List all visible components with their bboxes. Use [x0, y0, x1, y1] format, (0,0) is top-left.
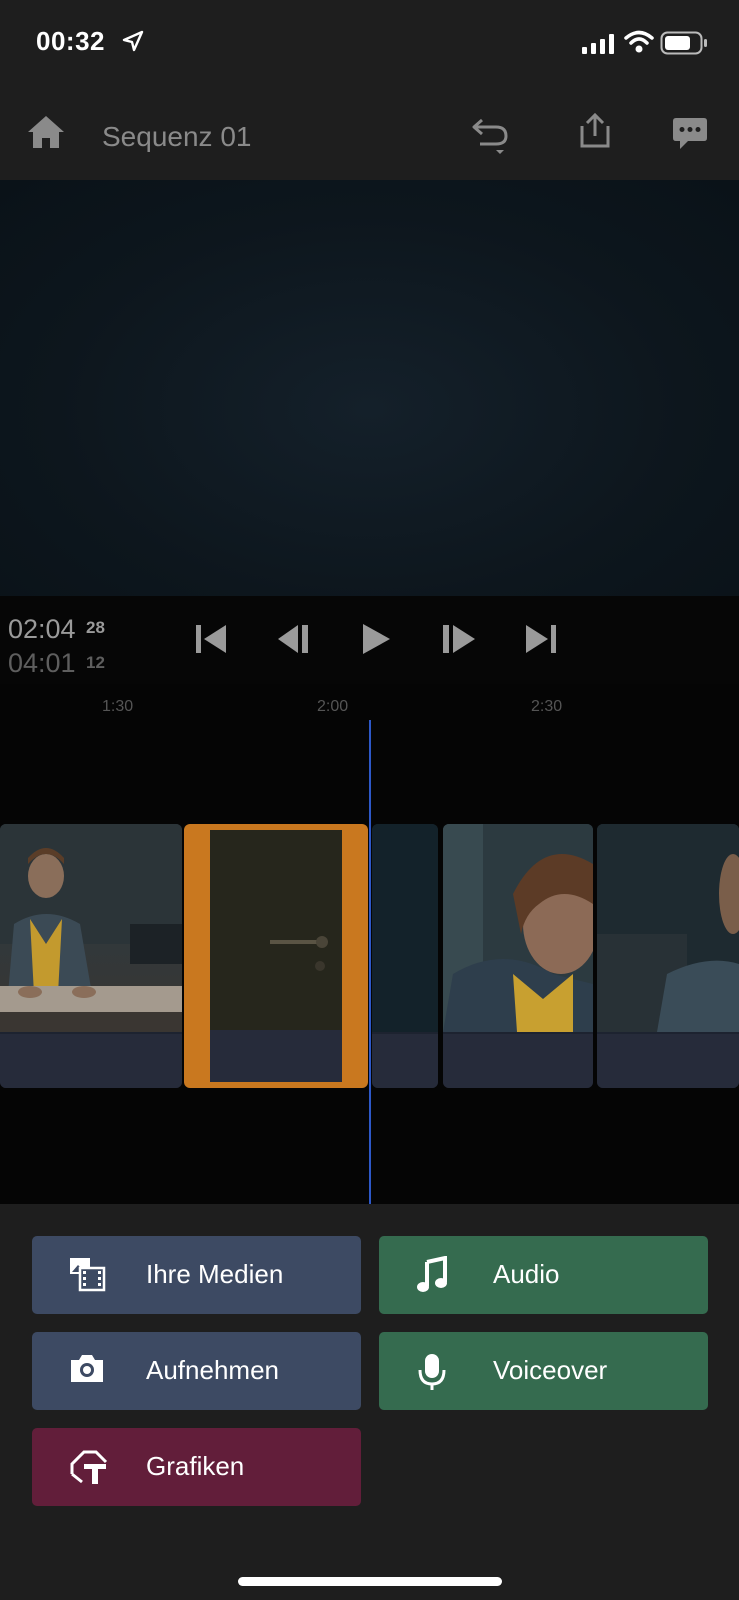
voiceover-button[interactable]: Voiceover [379, 1332, 708, 1410]
timeline-ruler[interactable]: 1:30 2:00 2:30 [0, 684, 739, 720]
timeline[interactable] [0, 720, 739, 1204]
clip-thumbnail [210, 830, 342, 1030]
video-clip[interactable] [372, 824, 438, 1088]
capture-label: Aufnehmen [146, 1355, 279, 1385]
current-timecode: 02:04 [8, 614, 76, 644]
play-icon[interactable] [360, 622, 392, 656]
microphone-icon [418, 1354, 446, 1390]
clip-thumbnail [443, 824, 593, 1032]
video-preview[interactable] [0, 180, 739, 596]
location-arrow-icon [122, 30, 144, 52]
audio-button[interactable]: Audio [379, 1236, 708, 1314]
voiceover-label: Voiceover [493, 1355, 608, 1385]
total-duration: 04:01 [8, 648, 76, 678]
status-bar: 00:32 [0, 0, 739, 88]
audio-label: Audio [493, 1259, 560, 1289]
clip-thumbnail [0, 824, 182, 1032]
transport-bar: 02:04 28 04:01 12 [0, 596, 739, 684]
video-clip[interactable] [443, 824, 593, 1088]
clip-audio-strip [0, 1034, 182, 1088]
graphics-label: Grafiken [146, 1451, 245, 1481]
sequence-title[interactable]: Sequenz 01 [102, 121, 251, 153]
step-forward-icon[interactable] [441, 622, 477, 656]
camera-icon [71, 1355, 103, 1382]
wifi-icon [624, 30, 654, 53]
clip-audio-strip [597, 1034, 739, 1088]
status-time: 00:32 [36, 26, 105, 56]
clip-thumbnail-image [0, 824, 182, 1032]
clip-thumbnail [597, 824, 739, 1032]
video-clip[interactable] [0, 824, 182, 1088]
capture-button[interactable]: Aufnehmen [32, 1332, 361, 1410]
add-media-panel: Ihre Medien Audio Aufnehmen Voiceover Gr… [0, 1204, 739, 1600]
home-indicator[interactable] [238, 1577, 502, 1586]
media-library-icon [70, 1258, 106, 1292]
ruler-tick: 2:00 [317, 698, 349, 715]
skip-to-start-icon[interactable] [194, 622, 228, 656]
clip-thumbnail [372, 824, 438, 1032]
current-timecode-frames: 28 [86, 618, 105, 637]
clip-thumbnail-image [597, 824, 739, 1032]
share-icon[interactable] [576, 112, 614, 150]
video-clip[interactable] [597, 824, 739, 1088]
graphics-button[interactable]: Grafiken [32, 1428, 361, 1506]
ruler-tick: 1:30 [102, 698, 134, 715]
total-duration-frames: 12 [86, 653, 105, 672]
cellular-signal-icon [582, 34, 614, 54]
undo-icon[interactable] [470, 114, 518, 156]
clip-thumbnail-image [443, 824, 593, 1032]
ruler-tick: 2:30 [531, 698, 563, 715]
comment-icon[interactable] [672, 116, 708, 152]
clip-thumbnail-image [210, 830, 342, 1030]
clip-audio-strip [443, 1034, 593, 1088]
step-back-icon[interactable] [276, 622, 312, 656]
playhead[interactable] [369, 720, 371, 1204]
home-icon[interactable] [26, 114, 66, 150]
app-header: Sequenz 01 [0, 88, 739, 180]
selected-video-clip[interactable] [184, 824, 368, 1088]
clip-audio-strip [372, 1034, 438, 1088]
graphics-text-icon [70, 1450, 108, 1484]
battery-icon [660, 31, 707, 55]
your-media-label: Ihre Medien [146, 1259, 284, 1289]
clip-audio-strip [210, 1030, 342, 1082]
your-media-button[interactable]: Ihre Medien [32, 1236, 361, 1314]
music-note-icon [417, 1256, 447, 1292]
skip-to-end-icon[interactable] [524, 622, 558, 656]
